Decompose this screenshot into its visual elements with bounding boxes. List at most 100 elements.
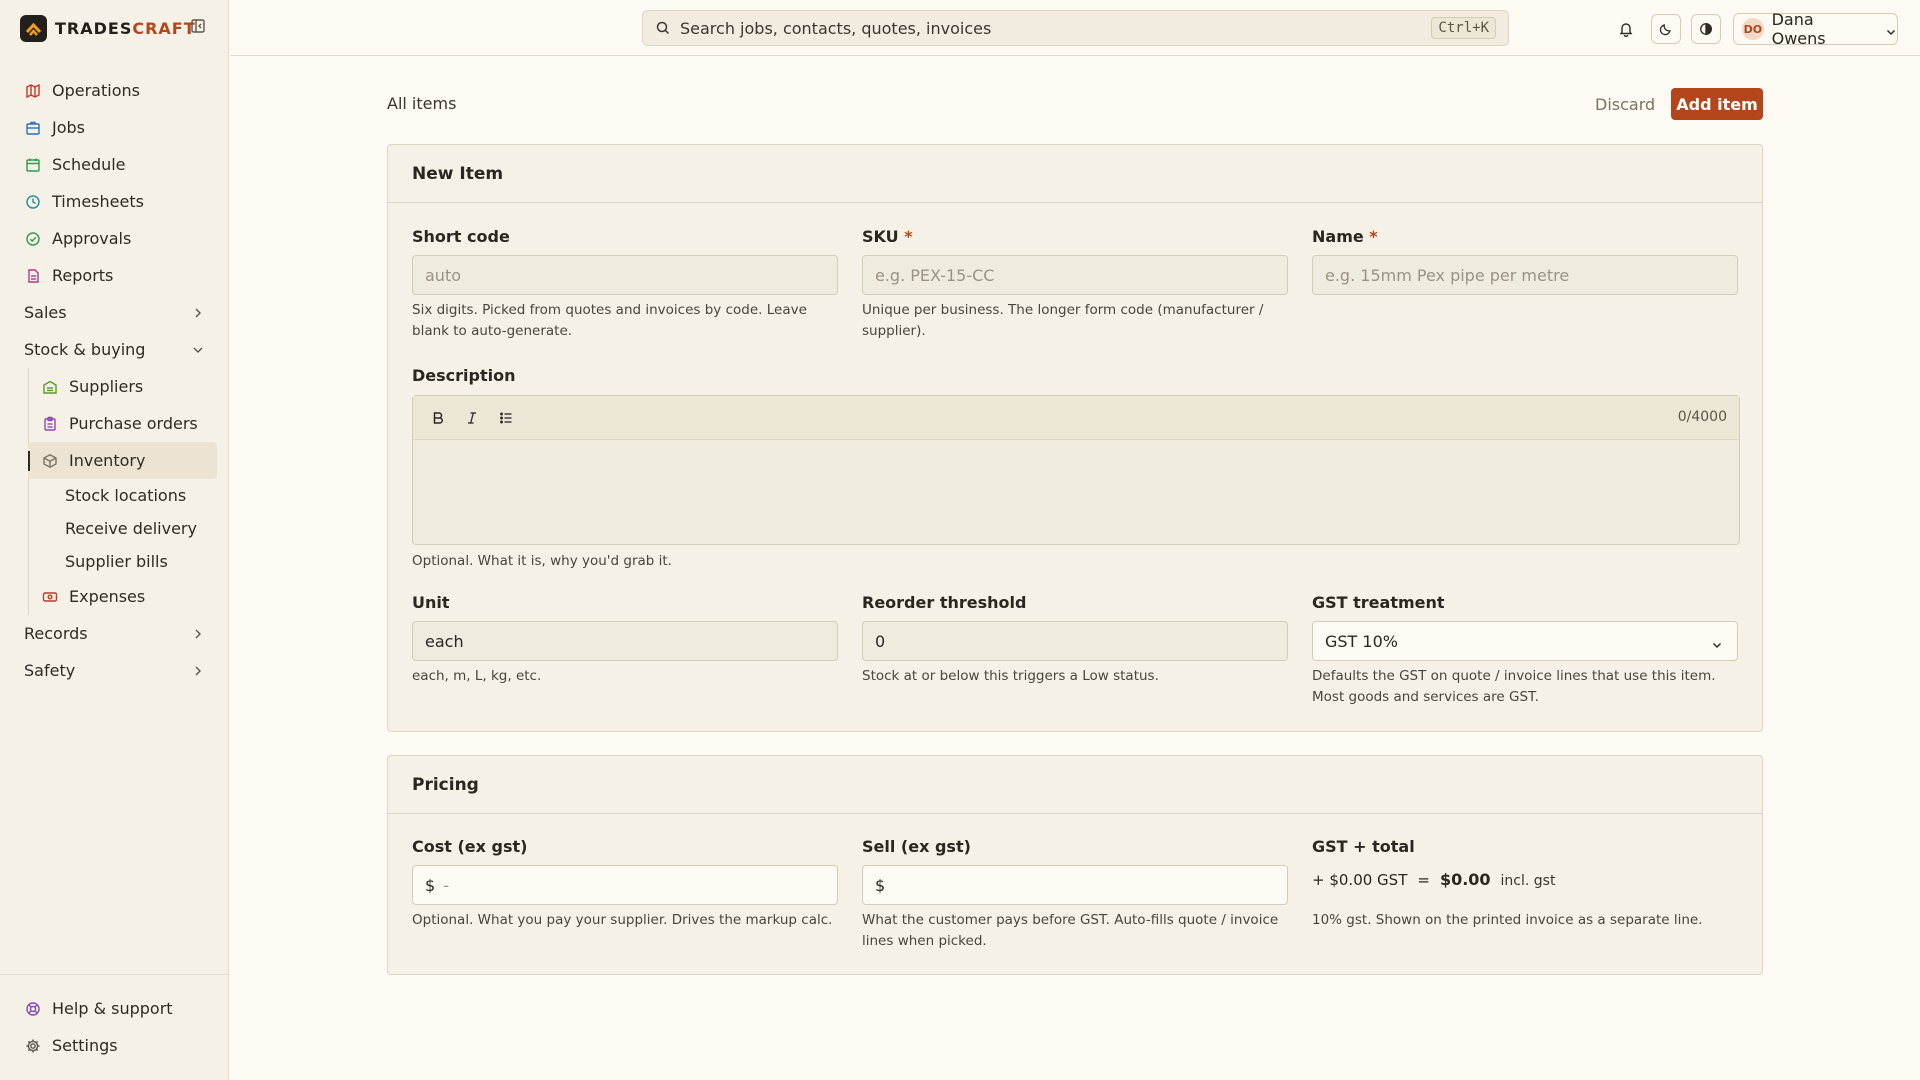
calendar-icon: [24, 156, 42, 174]
sidebar-item-label: Supplier bills: [65, 552, 168, 571]
bold-icon[interactable]: [429, 409, 447, 427]
sidebar-item-label: Safety: [24, 661, 76, 680]
bell-icon[interactable]: [1611, 14, 1641, 44]
gst-total-label: GST + total: [1312, 837, 1415, 856]
gst-treatment-value: GST 10%: [1325, 631, 1398, 651]
name-label: Name *: [1312, 227, 1378, 246]
sidebar-item-expenses[interactable]: Expenses: [0, 578, 229, 615]
unit-help: each, m, L, kg, etc.: [412, 668, 542, 684]
cost-placeholder: -: [443, 875, 449, 895]
sidebar-item-jobs[interactable]: Jobs: [0, 109, 229, 146]
cost-label: Cost (ex gst): [412, 837, 528, 856]
sidebar-item-schedule[interactable]: Schedule: [0, 146, 229, 183]
currency-symbol: $: [875, 875, 886, 895]
sell-input[interactable]: $: [862, 865, 1288, 905]
sku-help: Unique per business. The longer form cod…: [862, 302, 1264, 339]
brand[interactable]: TRADESCRAFT: [20, 14, 196, 42]
add-item-button[interactable]: Add item: [1671, 88, 1763, 120]
required-marker: *: [1369, 227, 1378, 246]
sidebar-item-approvals[interactable]: Approvals: [0, 220, 229, 257]
sidebar-item-operations[interactable]: Operations: [0, 72, 229, 109]
sidebar-item-receive-delivery[interactable]: Receive delivery: [0, 512, 229, 545]
document-icon: [24, 267, 42, 285]
editor-toolbar: 0/4000: [413, 396, 1739, 440]
reorder-help: Stock at or below this triggers a Low st…: [862, 668, 1159, 684]
sidebar-item-label: Stock locations: [65, 486, 187, 505]
moon-icon[interactable]: [1651, 14, 1681, 44]
sidebar-item-stock-buying[interactable]: Stock & buying: [0, 331, 229, 368]
description-editor[interactable]: 0/4000: [412, 395, 1740, 545]
breadcrumb[interactable]: All items: [387, 94, 456, 113]
clock-icon: [24, 193, 42, 211]
sidebar-item-records[interactable]: Records: [0, 615, 229, 652]
sidebar-item-label: Records: [24, 624, 88, 643]
sidebar-item-inventory[interactable]: Inventory: [28, 442, 217, 479]
reorder-input[interactable]: 0: [862, 621, 1288, 661]
warehouse-icon: [41, 378, 59, 396]
user-menu-button[interactable]: DO Dana Owens: [1733, 10, 1898, 48]
sidebar: TRADESCRAFT Operations Jobs Schedule Tim…: [0, 0, 229, 1080]
total-suffix: incl. gst: [1500, 873, 1556, 889]
sidebar-item-label: Reports: [52, 266, 114, 285]
short-code-placeholder: auto: [425, 265, 462, 285]
sidebar-item-label: Stock & buying: [24, 340, 146, 359]
gear-icon: [24, 1037, 42, 1055]
new-item-card: New Item Short code auto Six digits. Pic…: [387, 144, 1763, 732]
sidebar-item-settings[interactable]: Settings: [0, 1027, 229, 1064]
reorder-value: 0: [875, 631, 886, 651]
sidebar-item-reports[interactable]: Reports: [0, 257, 229, 294]
name-input[interactable]: e.g. 15mm Pex pipe per metre: [1312, 255, 1738, 295]
sidebar-item-suppliers[interactable]: Suppliers: [0, 368, 229, 405]
sidebar-item-supplier-bills[interactable]: Supplier bills: [0, 545, 229, 578]
gst-treatment-select[interactable]: GST 10%: [1312, 621, 1738, 661]
gst-total-help: 10% gst. Shown on the printed invoice as…: [1312, 912, 1703, 928]
unit-label: Unit: [412, 593, 450, 612]
contrast-icon[interactable]: [1691, 14, 1721, 44]
sidebar-item-label: Operations: [52, 81, 140, 100]
sidebar-item-safety[interactable]: Safety: [0, 652, 229, 689]
short-code-help: Six digits. Picked from quotes and invoi…: [412, 302, 807, 339]
search-placeholder: Search jobs, contacts, quotes, invoices: [680, 18, 992, 38]
search-icon: [655, 20, 671, 36]
avatar: DO: [1742, 18, 1764, 40]
sidebar-item-label: Help & support: [52, 999, 173, 1018]
briefcase-icon: [24, 119, 42, 137]
gst-amount: + $0.00 GST: [1312, 871, 1408, 889]
search-input[interactable]: Search jobs, contacts, quotes, invoices …: [642, 10, 1509, 46]
sell-help: What the customer pays before GST. Auto-…: [862, 912, 1279, 949]
chevron-down-icon: [1885, 23, 1897, 35]
cost-input[interactable]: $ -: [412, 865, 838, 905]
unit-input[interactable]: each: [412, 621, 838, 661]
name-placeholder: e.g. 15mm Pex pipe per metre: [1325, 265, 1570, 285]
bullet-list-icon[interactable]: [497, 409, 515, 427]
sell-label: Sell (ex gst): [862, 837, 971, 856]
unit-value: each: [425, 631, 464, 651]
sidebar-item-timesheets[interactable]: Timesheets: [0, 183, 229, 220]
reorder-label: Reorder threshold: [862, 593, 1027, 612]
sidebar-item-label: Approvals: [52, 229, 132, 248]
discard-button[interactable]: Discard: [1583, 88, 1667, 120]
clipboard-icon: [41, 415, 59, 433]
character-counter: 0/4000: [1677, 409, 1727, 425]
card-title: New Item: [388, 145, 1762, 203]
chevron-down-icon: [1711, 636, 1723, 648]
collapse-sidebar-icon[interactable]: [190, 18, 208, 36]
gst-treatment-label: GST treatment: [1312, 593, 1445, 612]
sku-input[interactable]: e.g. PEX-15-CC: [862, 255, 1288, 295]
currency-symbol: $: [425, 875, 436, 895]
shortcut-badge: Ctrl+K: [1431, 17, 1496, 39]
sidebar-item-stock-locations[interactable]: Stock locations: [0, 479, 229, 512]
chevron-right-icon: [191, 626, 205, 640]
box-icon: [41, 452, 59, 470]
sidebar-item-label: Suppliers: [69, 377, 144, 396]
sidebar-item-label: Settings: [52, 1036, 118, 1055]
sidebar-item-label: Sales: [24, 303, 67, 322]
sidebar-item-label: Schedule: [52, 155, 126, 174]
sidebar-item-purchase-orders[interactable]: Purchase orders: [0, 405, 229, 442]
chevron-right-icon: [191, 663, 205, 677]
short-code-input[interactable]: auto: [412, 255, 838, 295]
total-amount: $0.00: [1439, 870, 1491, 889]
italic-icon[interactable]: [463, 409, 481, 427]
sidebar-item-help[interactable]: Help & support: [0, 990, 229, 1027]
sidebar-item-sales[interactable]: Sales: [0, 294, 229, 331]
